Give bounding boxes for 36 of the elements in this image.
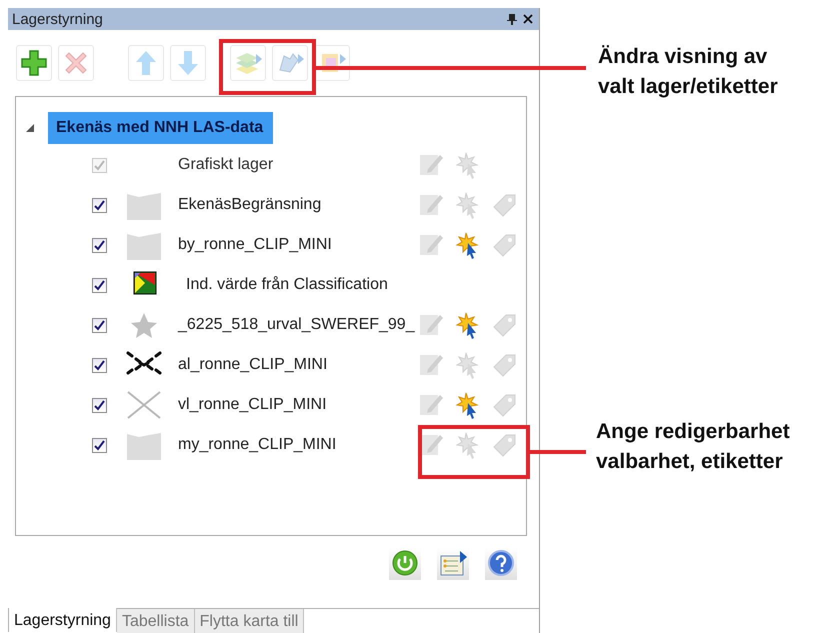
help-icon	[486, 549, 516, 579]
help-button[interactable]	[485, 548, 517, 580]
polygon-symbol-icon	[126, 190, 162, 220]
callout-text: Ange redigerbarhet	[596, 419, 790, 445]
layer-name[interactable]: my_ronne_CLIP_MINI	[164, 436, 418, 454]
tab[interactable]: Tabellista	[116, 609, 195, 633]
checkbox[interactable]	[92, 278, 107, 292]
close-icon[interactable]	[523, 14, 533, 24]
checkbox[interactable]	[92, 358, 107, 372]
layer-name[interactable]: EkenäsBegränsning	[164, 196, 418, 214]
plus-button[interactable]	[16, 45, 52, 81]
tab[interactable]: Lagerstyrning	[8, 608, 117, 632]
callout-text: valt lager/etiketter	[598, 74, 778, 100]
cross-lines-symbol-icon	[126, 390, 162, 420]
layer-name[interactable]: Ind. värde från Classification	[164, 276, 418, 294]
checkbox[interactable]	[92, 318, 107, 332]
checkbox[interactable]	[92, 198, 107, 212]
layer-group-item[interactable]: Ekenäs med NNH LAS-data	[48, 112, 274, 144]
layer-name[interactable]: vl_ronne_CLIP_MINI	[164, 396, 418, 414]
layer-name[interactable]: _6225_518_urval_SWEREF_99_	[164, 316, 418, 334]
expand-triangle-icon[interactable]	[26, 124, 34, 132]
polygon-symbol-icon	[126, 430, 162, 460]
pin-icon[interactable]	[507, 13, 517, 25]
callout-text: valbarhet, etiketter	[596, 449, 784, 475]
tab[interactable]: Flytta karta till	[194, 609, 304, 633]
layer-name[interactable]: al_ronne_CLIP_MINI	[164, 356, 418, 374]
polygon-symbol-icon	[126, 230, 162, 260]
callout-text: Ändra visning av	[598, 44, 768, 70]
plus-icon	[19, 48, 49, 78]
panel-title: Lagerstyrning	[12, 10, 104, 28]
layer-name[interactable]: by_ronne_CLIP_MINI	[164, 236, 418, 254]
checkbox[interactable]	[92, 398, 107, 412]
list-arrow-button[interactable]	[437, 548, 469, 580]
power-button[interactable]	[389, 548, 421, 580]
checkbox[interactable]	[92, 238, 107, 252]
checkbox[interactable]	[92, 438, 107, 452]
